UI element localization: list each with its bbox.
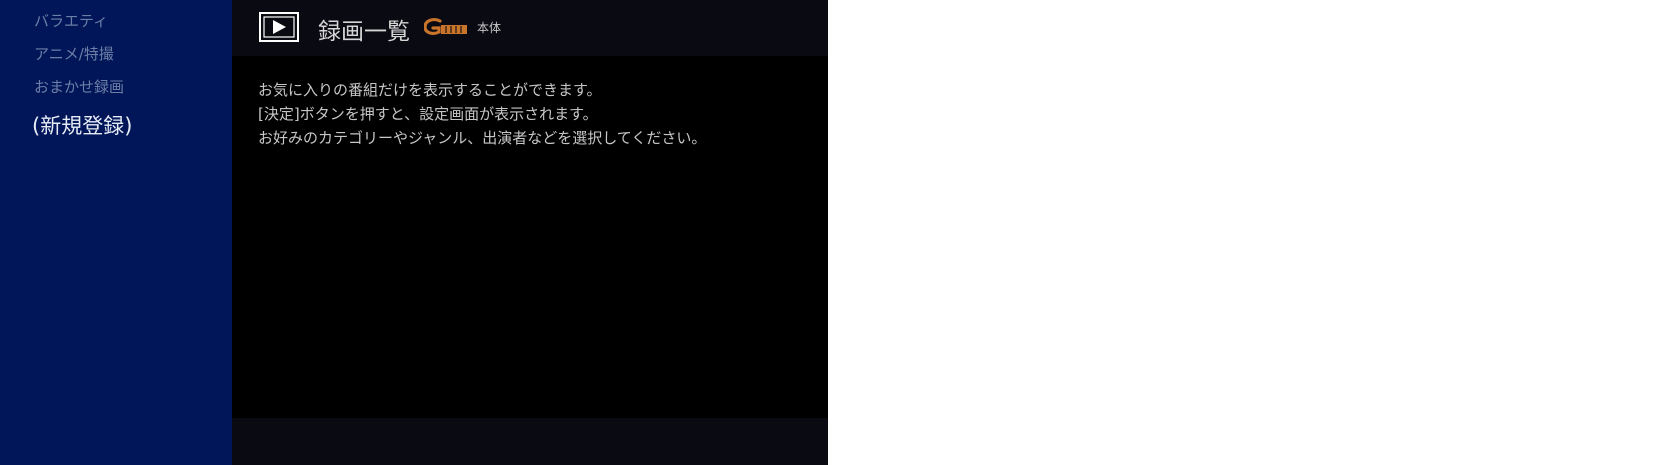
- gguide-logo: [423, 17, 468, 37]
- category-sidebar: バラエティ アニメ/特撮 おまかせ録画 (新規登録): [0, 0, 232, 465]
- footer-bar: [232, 418, 828, 465]
- message-line: お気に入りの番組だけを表示することができます。: [258, 81, 602, 99]
- sidebar-item-auto-record[interactable]: おまかせ録画: [34, 76, 124, 97]
- sidebar-item-variety[interactable]: バラエティ: [34, 10, 108, 31]
- source-label: 本体: [477, 21, 502, 35]
- info-message: お気に入りの番組だけを表示することができます。 [決定]ボタンを押すと、設定画面…: [258, 78, 706, 150]
- main-panel: 録画一覧 本体 お気に入りの番組だけを表示することができます。 [決定]ボタンを…: [232, 0, 828, 465]
- message-line: [決定]ボタンを押すと、設定画面が表示されます。: [258, 105, 598, 123]
- page-title: 録画一覧: [318, 19, 410, 45]
- sidebar-item-anime[interactable]: アニメ/特撮: [34, 43, 114, 64]
- header-bar: 録画一覧 本体: [232, 0, 828, 56]
- message-line: お好みのカテゴリーやジャンル、出演者などを選択してください。: [258, 129, 707, 147]
- sidebar-item-new-registration[interactable]: (新規登録): [32, 110, 132, 140]
- play-icon: [259, 12, 299, 42]
